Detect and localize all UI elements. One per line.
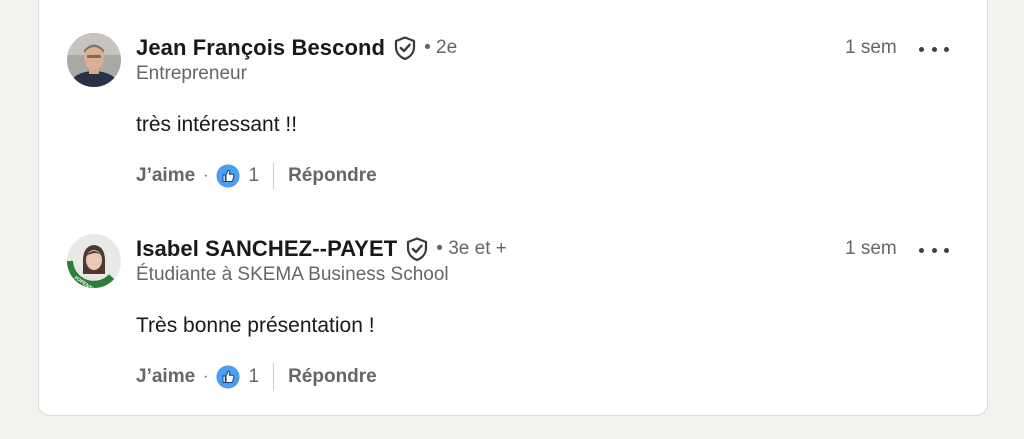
like-reaction-icon[interactable] xyxy=(216,164,240,188)
author-row: Jean François Bescond • 2e xyxy=(136,33,457,63)
comment-actions: J’aime · 1 Répondre xyxy=(136,159,377,193)
like-button[interactable]: J’aime xyxy=(136,165,195,187)
action-divider xyxy=(273,363,275,391)
author-headline: Étudiante à SKEMA Business School xyxy=(136,264,449,285)
author-row: Isabel SANCHEZ--PAYET • 3e et + xyxy=(136,234,507,264)
more-horizontal-icon xyxy=(919,46,924,52)
shield-check-icon xyxy=(394,36,416,61)
action-separator-dot: · xyxy=(203,368,209,385)
author-name[interactable]: Jean François Bescond xyxy=(136,35,385,61)
reaction-count[interactable]: 1 xyxy=(248,165,259,187)
author-name[interactable]: Isabel SANCHEZ--PAYET xyxy=(136,236,397,262)
like-reaction-icon[interactable] xyxy=(216,365,240,389)
reply-button[interactable]: Répondre xyxy=(288,366,377,388)
connection-degree: • 2e xyxy=(424,37,458,58)
action-separator-dot: · xyxy=(203,167,209,184)
author-headline: Entrepreneur xyxy=(136,63,247,84)
comments-card: Jean François Bescond • 2e Entrepreneur … xyxy=(38,0,988,416)
comment-timestamp: 1 sem xyxy=(845,37,897,58)
shield-check-icon xyxy=(406,237,428,262)
comment-text: très intéressant !! xyxy=(136,113,298,136)
comment-text: Très bonne présentation ! xyxy=(136,314,375,337)
avatar[interactable] xyxy=(67,33,121,87)
comment-timestamp: 1 sem xyxy=(845,238,897,259)
more-options-button[interactable] xyxy=(919,37,949,61)
reaction-count[interactable]: 1 xyxy=(248,366,259,388)
action-divider xyxy=(273,162,275,190)
comment-actions: J’aime · 1 Répondre xyxy=(136,360,377,394)
more-horizontal-icon xyxy=(919,247,924,253)
like-button[interactable]: J’aime xyxy=(136,366,195,388)
connection-degree: • 3e et + xyxy=(436,238,507,259)
avatar[interactable]: #OPENTOWORK xyxy=(67,234,121,288)
more-options-button[interactable] xyxy=(919,238,949,262)
reply-button[interactable]: Répondre xyxy=(288,165,377,187)
